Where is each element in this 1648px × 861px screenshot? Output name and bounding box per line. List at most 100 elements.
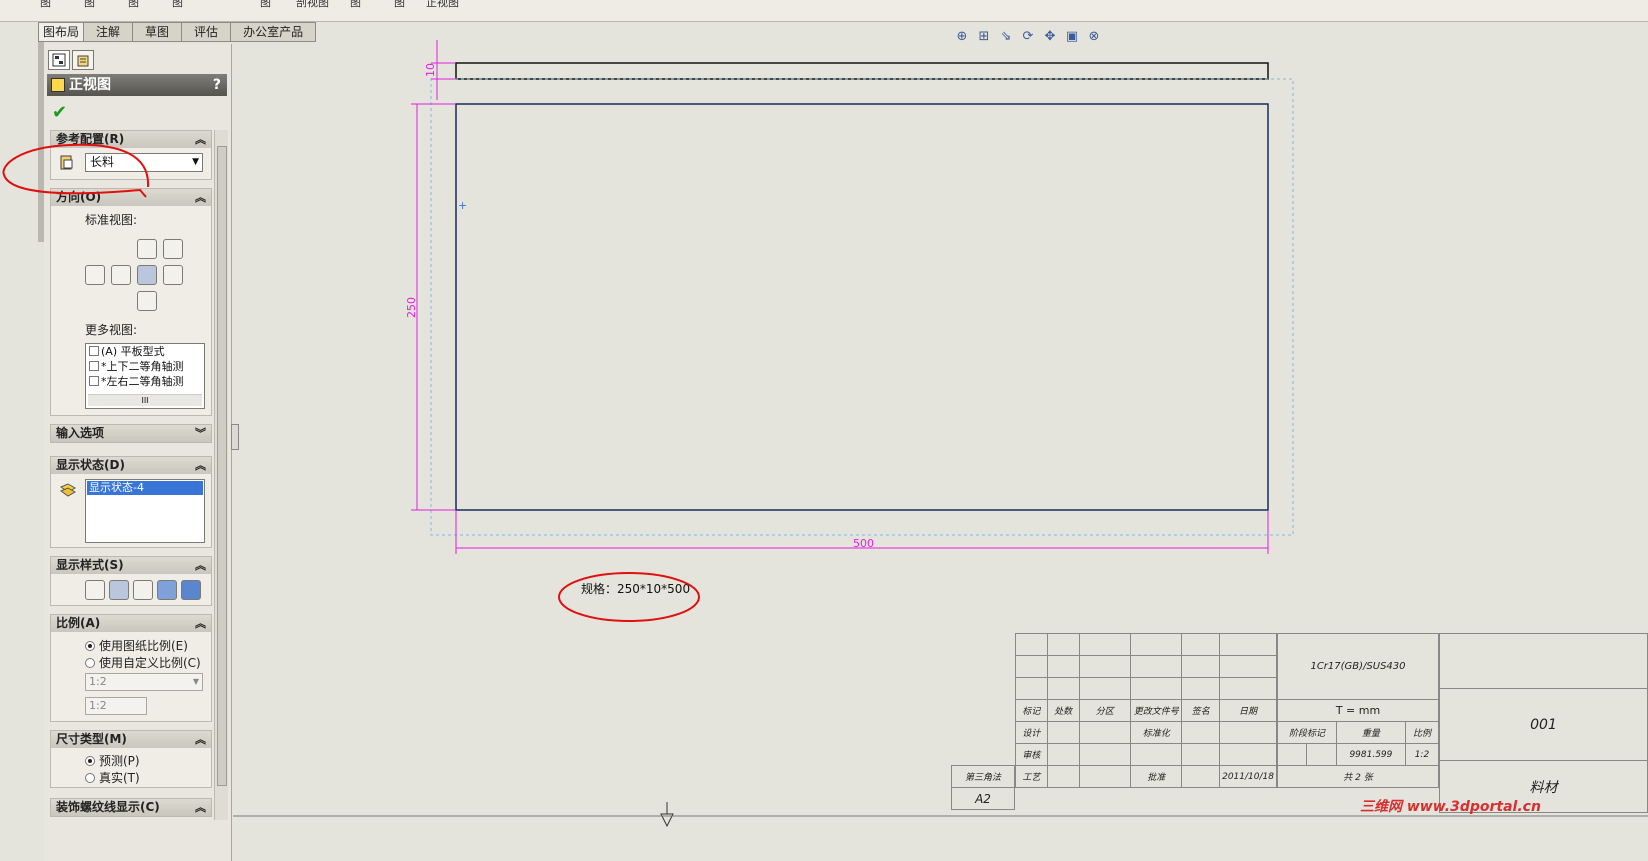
radio-icon — [85, 756, 95, 766]
tab-layout[interactable]: 图布局 — [38, 22, 85, 42]
front-view-outline[interactable] — [455, 103, 1269, 511]
view-front-button[interactable] — [137, 239, 157, 259]
group-import-options: 输入选项 ︾ — [50, 424, 212, 443]
property-manager-tab[interactable] — [72, 50, 94, 70]
view-top-button[interactable] — [111, 265, 131, 285]
spec-note[interactable]: 规格：250*10*500 — [581, 581, 690, 596]
panel-title: 正视图 ? — [47, 74, 227, 96]
shaded-button[interactable] — [181, 580, 201, 600]
material-cell: 1Cr17(GB)/SUS430 — [1277, 633, 1439, 700]
view-icon — [51, 78, 65, 92]
thickness-cell: T = mm — [1277, 699, 1439, 722]
header-cell: 签名 — [1181, 699, 1221, 722]
header-cell: 标记 — [1015, 699, 1048, 722]
checkbox — [89, 346, 99, 356]
group-header[interactable]: 比例(A) ︽ — [51, 615, 211, 632]
scrollbar-thumb[interactable] — [217, 146, 227, 786]
check-cell: 审核 — [1015, 743, 1048, 766]
radio-icon — [85, 641, 95, 651]
date-cell: 2011/10/18 — [1219, 765, 1277, 788]
radio-projected[interactable]: 预测(P) — [85, 752, 140, 769]
tab-sketch[interactable]: 草图 — [133, 22, 183, 42]
group-header[interactable]: 显示样式(S) ︽ — [51, 557, 211, 574]
display-state-list: 显示状态-4 — [85, 479, 205, 543]
custom-scale-input[interactable]: 1:2 — [85, 697, 147, 715]
header-cell: 日期 — [1219, 699, 1277, 722]
radio-true[interactable]: 真实(T) — [85, 769, 140, 786]
collapse-icon: ︽ — [195, 617, 206, 630]
toolbar-label[interactable]: 剖视图 — [296, 0, 329, 10]
custom-scale-select[interactable]: 1:2 ▼ — [85, 673, 203, 691]
tab-annotation[interactable]: 注解 — [84, 22, 134, 42]
projection-table: 第三角法 A2 — [951, 765, 1015, 810]
expand-icon: ︾ — [195, 427, 206, 440]
radio-sheet-scale[interactable]: 使用图纸比例(E) — [85, 637, 188, 654]
view-left-button[interactable] — [85, 265, 105, 285]
feature-tree-tab[interactable] — [48, 50, 70, 70]
more-views-list: (A) 平板型式 *上下二等角轴测 *左右二等角轴测 III — [85, 343, 205, 409]
view-boundary[interactable] — [430, 78, 1294, 536]
annotation-circle-config — [2, 143, 150, 198]
group-display-style: 显示样式(S) ︽ — [50, 556, 212, 606]
stage-mark-cell: 阶段标记 — [1277, 721, 1337, 744]
list-item[interactable]: 显示状态-4 — [87, 481, 203, 495]
view-right-button[interactable] — [163, 265, 183, 285]
ok-button[interactable]: ✔ — [52, 102, 67, 123]
horizontal-scrollbar[interactable]: III — [88, 394, 202, 406]
shaded-edges-button[interactable] — [157, 580, 177, 600]
drawing-sheet[interactable]: ⊕ ⊞ ⇘ ⟳ ✥ ▣ ⊗ + 10 250 500 规格：250*10*500… — [233, 22, 1648, 861]
help-button[interactable]: ? — [213, 74, 221, 96]
title-block: 标记 处数 分区 更改文件号 签名 日期 设计 标准化 审核 工艺 批准 2011/1… — [951, 633, 1648, 823]
toolbar-label[interactable]: 图 — [84, 0, 95, 10]
view-selected-button[interactable] — [137, 265, 157, 285]
approve-cell: 批准 — [1129, 765, 1183, 788]
material-table: 1Cr17(GB)/SUS430 T = mm 阶段标记 重量 比例 9981.59… — [1276, 633, 1440, 788]
collapse-icon: ︽ — [195, 801, 206, 814]
panel-scrollbar[interactable] — [214, 130, 228, 820]
standardize-cell: 标准化 — [1129, 721, 1183, 744]
more-views-label: 更多视图: — [85, 323, 138, 337]
list-item[interactable]: *上下二等角轴测 — [86, 359, 204, 374]
view-bottom-button[interactable] — [137, 291, 157, 311]
list-item[interactable]: (A) 平板型式 — [86, 344, 204, 359]
top-view-outline[interactable] — [455, 62, 1269, 80]
toolbar-label[interactable]: 图 — [172, 0, 183, 10]
toolbar-label[interactable]: 图 — [260, 0, 271, 10]
hidden-lines-removed-button[interactable] — [133, 580, 153, 600]
toolbar-strip: 图 图 图 图 图 剖视图 图 图 正视图 — [0, 0, 1648, 22]
group-cosmetic-thread: 装饰螺纹线显示(C) ︽ — [50, 798, 212, 817]
group-header[interactable]: 尺寸类型(M) ︽ — [51, 731, 211, 748]
toolbar-label[interactable]: 图 — [350, 0, 361, 10]
weight-value-cell: 9981.599 — [1335, 743, 1406, 766]
dimension-thickness-text: 10 — [424, 63, 437, 77]
collapse-icon: ︽ — [195, 459, 206, 472]
view-isometric-button[interactable] — [163, 239, 183, 259]
tab-evaluate[interactable]: 评估 — [182, 22, 232, 42]
projection-cell: 第三角法 — [951, 765, 1015, 788]
watermark: 三维网 www.3dportal.cn — [1360, 799, 1541, 815]
collapse-icon: ︽ — [195, 559, 206, 572]
property-icon — [77, 55, 89, 67]
wireframe-button[interactable] — [85, 580, 105, 600]
hidden-lines-visible-button[interactable] — [109, 580, 129, 600]
group-header[interactable]: 显示状态(D) ︽ — [51, 457, 211, 474]
header-cell: 处数 — [1046, 699, 1080, 722]
panel-title-text: 正视图 — [69, 77, 111, 93]
list-item[interactable]: *左右二等角轴测 — [86, 374, 204, 389]
dimension-height-text: 250 — [405, 297, 418, 318]
sheets-cell: 共 2 张 — [1277, 765, 1439, 788]
toolbar-label[interactable]: 正视图 — [426, 0, 459, 10]
toolbar-label[interactable]: 图 — [128, 0, 139, 10]
datum-arrow-icon — [660, 802, 674, 828]
scale-label-cell: 比例 — [1404, 721, 1440, 744]
radio-icon — [85, 658, 95, 668]
group-header[interactable]: 装饰螺纹线显示(C) ︽ — [51, 799, 211, 816]
origin-icon: + — [458, 199, 467, 212]
group-display-state: 显示状态(D) ︽ 显示状态-4 — [50, 456, 212, 548]
group-header[interactable]: 输入选项 ︾ — [51, 425, 211, 442]
toolbar-label[interactable]: 图 — [40, 0, 51, 10]
toolbar-label[interactable]: 图 — [394, 0, 405, 10]
group-dimension-type: 尺寸类型(M) ︽ 预测(P) 真实(T) — [50, 730, 212, 788]
radio-custom-scale[interactable]: 使用自定义比例(C) — [85, 654, 201, 671]
checkbox — [89, 376, 99, 386]
